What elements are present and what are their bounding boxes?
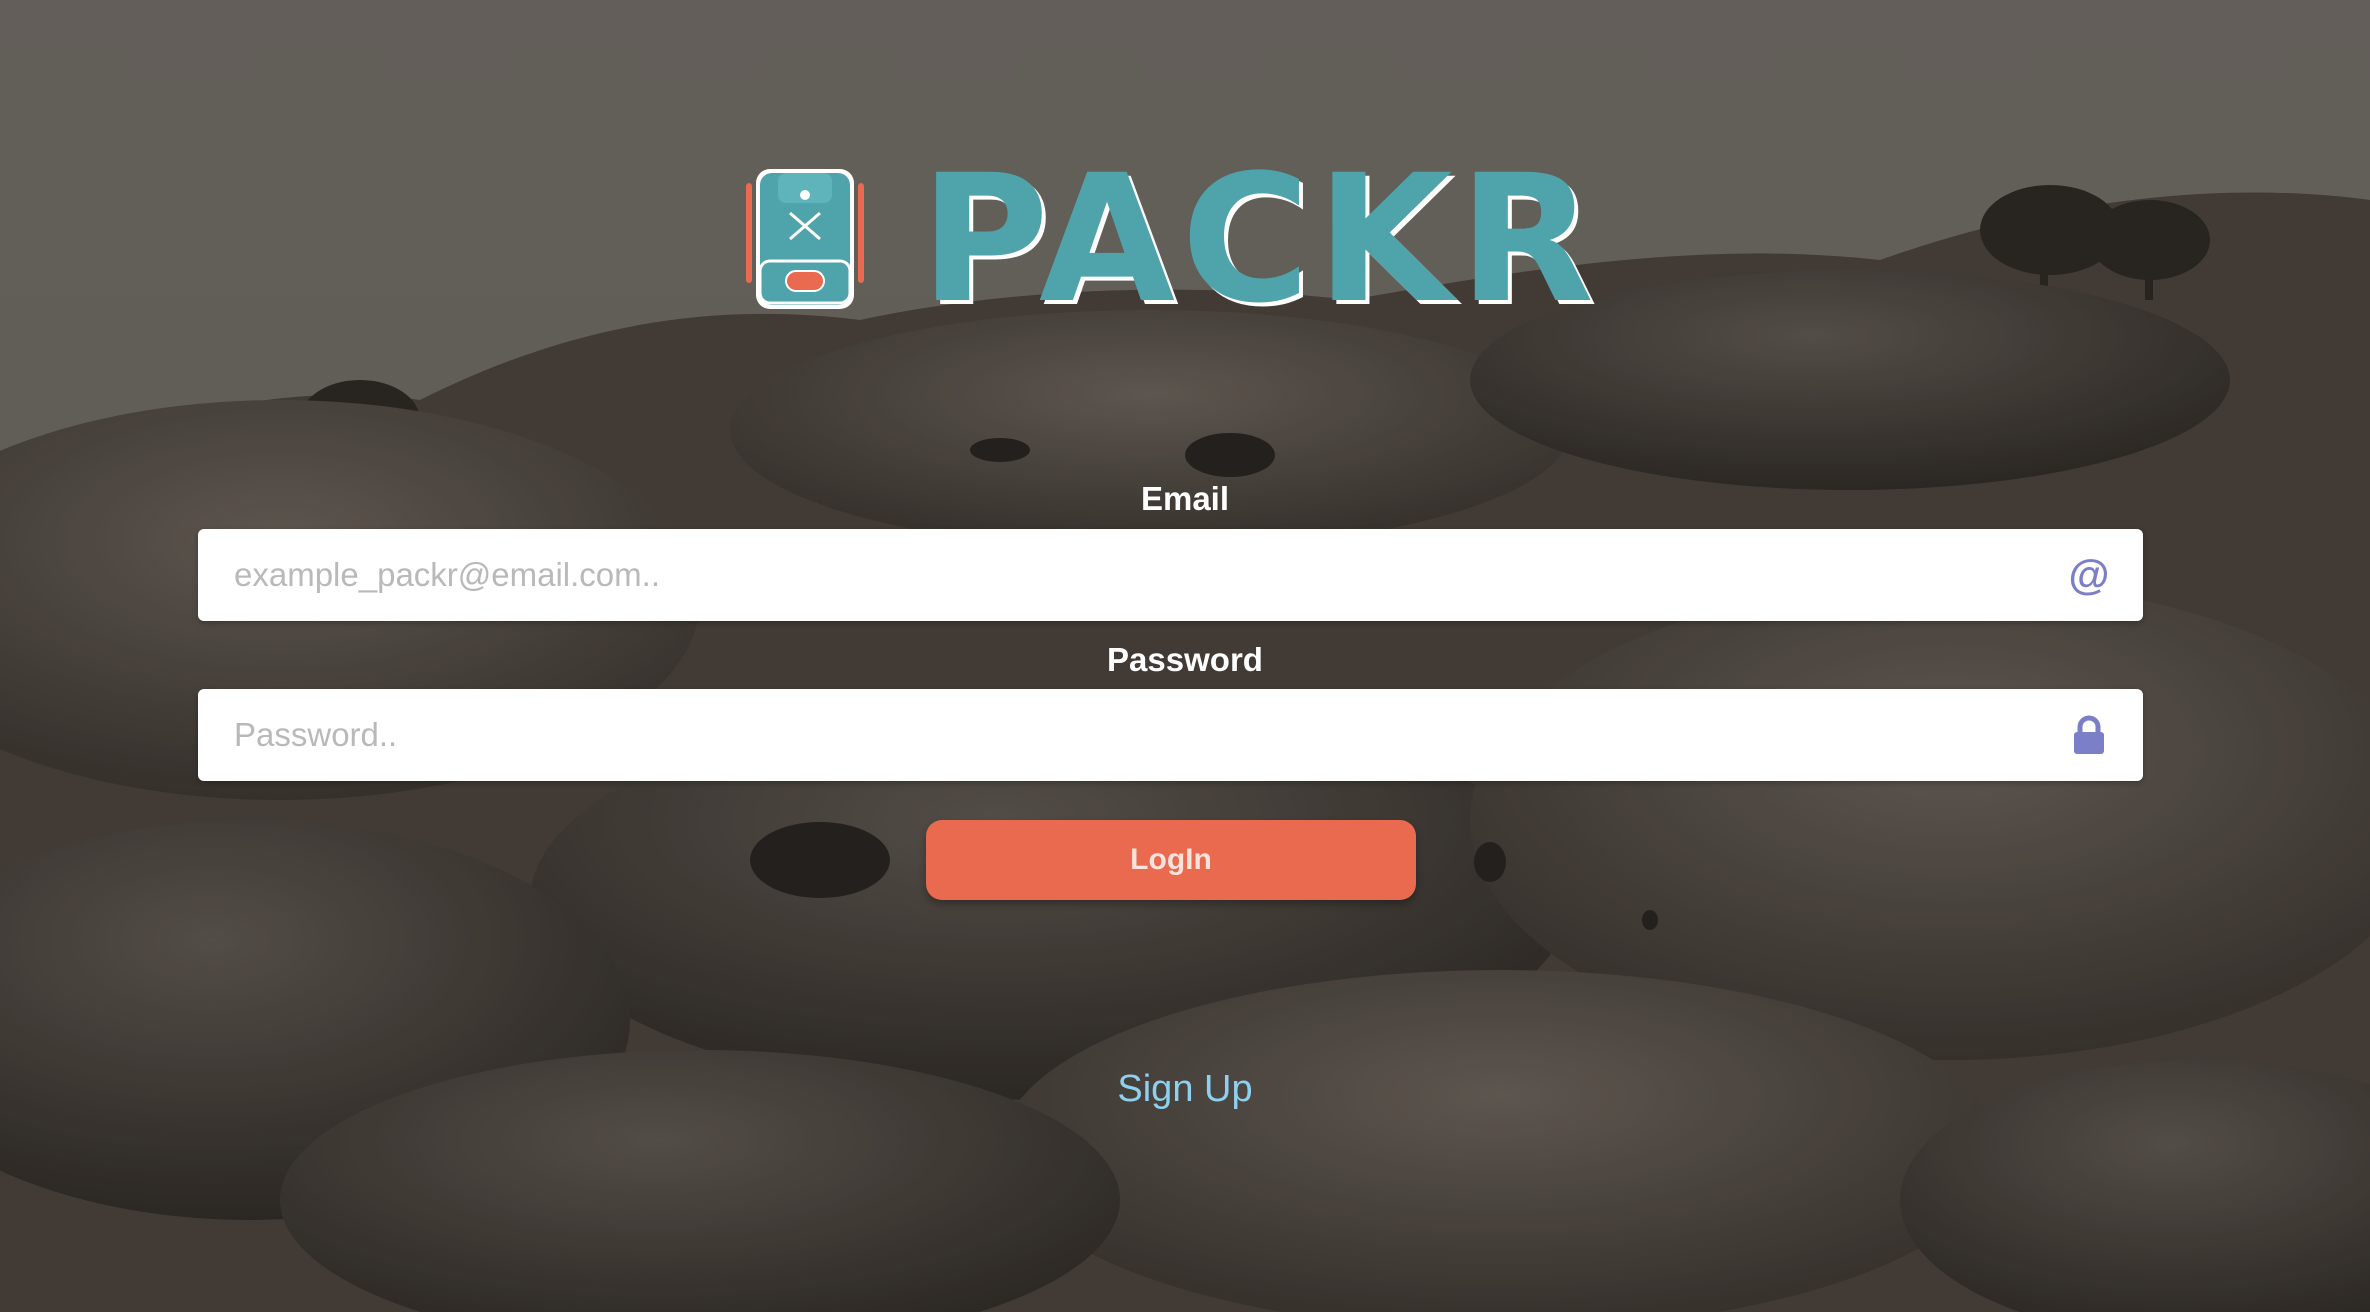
password-label: Password [1107, 641, 1263, 678]
password-field[interactable] [198, 689, 2038, 781]
sign-up-link[interactable]: Sign Up [0, 1068, 2370, 1111]
email-label: Email [1140, 480, 1230, 517]
password-field-container [198, 689, 2143, 781]
at-icon: @ [2068, 551, 2110, 598]
lock-icon [2065, 711, 2113, 759]
packr-logo: PACKR [740, 137, 1620, 342]
login-button[interactable]: LogIn [926, 820, 1416, 900]
backpack-icon [746, 169, 864, 309]
email-field[interactable] [198, 529, 2038, 621]
email-field-container: @ [198, 529, 2143, 621]
brand-wordmark: PACKR [920, 137, 1601, 342]
